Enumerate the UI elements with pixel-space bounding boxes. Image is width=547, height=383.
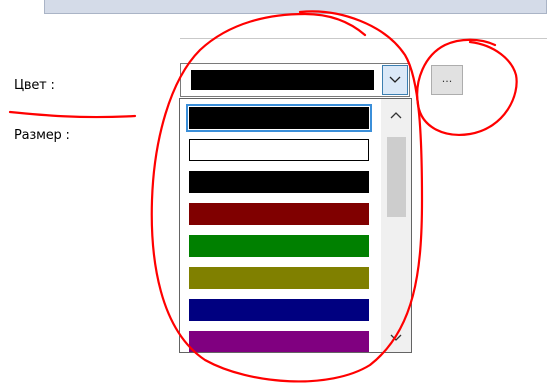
color-option[interactable]: [189, 235, 369, 257]
dropdown-scrollbar[interactable]: [381, 99, 411, 352]
color-option[interactable]: [189, 139, 369, 161]
color-swatch: [189, 139, 369, 161]
color-option[interactable]: [186, 104, 372, 132]
color-option[interactable]: [189, 299, 369, 321]
separator-line: [180, 38, 547, 39]
chevron-down-icon: [390, 334, 402, 341]
color-swatch: [189, 171, 369, 193]
underline-annotation: [8, 110, 137, 119]
color-swatch: [189, 267, 369, 289]
color-label: Цвет :: [14, 78, 55, 93]
color-option[interactable]: [189, 267, 369, 289]
color-combobox[interactable]: [180, 63, 410, 97]
size-label: Размер :: [14, 128, 70, 143]
scroll-thumb[interactable]: [387, 137, 406, 217]
color-dropdown-list: [179, 98, 412, 353]
more-colors-button[interactable]: ...: [431, 65, 463, 95]
color-option[interactable]: [189, 171, 369, 193]
selected-color-swatch: [191, 70, 374, 90]
scroll-down-button[interactable]: [381, 328, 411, 348]
color-option[interactable]: [189, 331, 369, 352]
chevron-up-icon: [390, 112, 402, 119]
combobox-dropdown-button[interactable]: [382, 65, 408, 95]
color-swatch: [189, 203, 369, 225]
color-swatch: [189, 235, 369, 257]
color-swatch: [189, 299, 369, 321]
scroll-up-button[interactable]: [381, 105, 411, 125]
color-swatch: [189, 331, 369, 352]
color-option[interactable]: [189, 203, 369, 225]
chevron-down-icon: [389, 76, 401, 83]
color-swatch: [189, 107, 369, 129]
top-panel: [44, 0, 547, 14]
